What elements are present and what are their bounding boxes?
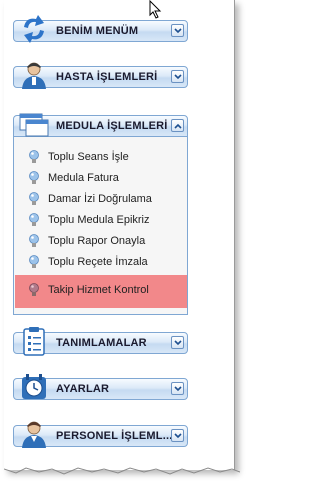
submenu-item-toplu-rapor-onayla[interactable]: Toplu Rapor Onayla [22, 233, 184, 251]
mouse-cursor-icon [149, 0, 162, 19]
submenu-item-toplu-recete-imzala[interactable]: Toplu Reçete İmzala [22, 254, 184, 272]
submenu-item-label: Toplu Rapor Onayla [48, 235, 146, 247]
clock-settings-icon [22, 374, 46, 399]
menu-header-label: MEDULA İŞLEMLERİ [56, 120, 168, 132]
chevron-down-icon[interactable] [171, 382, 184, 395]
chevron-up-icon[interactable] [171, 119, 184, 132]
chevron-down-icon[interactable] [171, 429, 184, 442]
chevron-down-icon[interactable] [171, 336, 184, 349]
menu-header-label: AYARLAR [56, 383, 110, 395]
submenu-item-medula-fatura[interactable]: Medula Fatura [22, 170, 184, 188]
menu-header-ayarlar[interactable]: AYARLAR [13, 374, 188, 400]
bulb-icon [29, 213, 39, 226]
sync-arrows-icon [24, 15, 44, 43]
menu-header-label: PERSONEL İŞLEML... [56, 430, 173, 442]
submenu-item-takip-hizmet-kontrol[interactable]: Takip Hizmet Kontrol [15, 275, 187, 308]
submenu-item-label: Toplu Medula Epikriz [48, 214, 150, 226]
menu-header-benim-menum[interactable]: BENİM MENÜM [13, 15, 188, 43]
submenu-item-toplu-seans-isle[interactable]: Toplu Seans İşle [22, 149, 184, 167]
patient-icon [22, 62, 46, 89]
chevron-down-icon[interactable] [171, 24, 184, 37]
bulb-icon [29, 255, 39, 268]
bulb-icon [29, 283, 39, 296]
bulb-icon [29, 150, 39, 163]
submenu-item-label: Medula Fatura [48, 172, 119, 184]
medula-submenu-panel: Toplu Seans İşle Medula Fatura Damar İzi… [13, 137, 188, 315]
bulb-icon [29, 234, 39, 247]
submenu-item-toplu-medula-epikriz[interactable]: Toplu Medula Epikriz [22, 212, 184, 230]
submenu-item-label: Toplu Reçete İmzala [48, 256, 148, 268]
chevron-down-icon[interactable] [171, 70, 184, 83]
submenu-item-damar-izi-dogrulama[interactable]: Damar İzi Doğrulama [22, 191, 184, 209]
clipboard-icon [23, 327, 45, 356]
windows-icon [19, 113, 49, 137]
submenu-item-label: Takip Hizmet Kontrol [48, 284, 149, 296]
menu-header-hasta-islemleri[interactable]: HASTA İŞLEMLERİ [13, 62, 188, 89]
menu-header-tanimlamalar[interactable]: TANIMLAMALAR [13, 327, 188, 356]
menu-header-personel-islemleri[interactable]: PERSONEL İŞLEML... [13, 421, 188, 448]
submenu-item-label: Toplu Seans İşle [48, 151, 129, 163]
menu-header-label: HASTA İŞLEMLERİ [56, 71, 158, 83]
submenu-item-label: Damar İzi Doğrulama [48, 193, 152, 205]
bulb-icon [29, 192, 39, 205]
menu-header-label: BENİM MENÜM [56, 25, 139, 37]
menu-header-label: TANIMLAMALAR [56, 337, 147, 349]
menu-header-medula-islemleri[interactable]: MEDULA İŞLEMLERİ [13, 113, 188, 137]
staff-icon [22, 421, 46, 448]
bulb-icon [29, 171, 39, 184]
torn-edge [4, 467, 240, 475]
